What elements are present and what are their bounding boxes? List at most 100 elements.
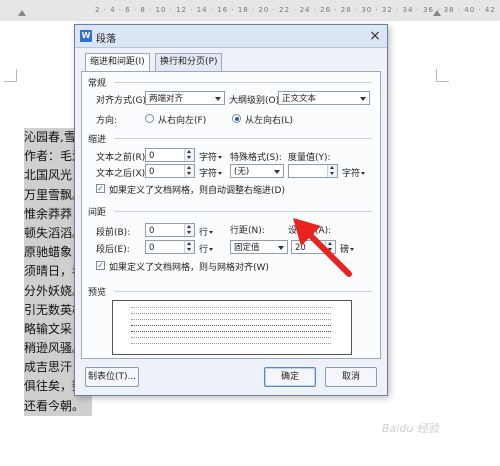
close-icon[interactable]: × bbox=[367, 28, 383, 44]
page-corner-mark bbox=[4, 69, 17, 82]
indent-before-label: 文本之前(R): bbox=[96, 153, 149, 163]
spinner-up-icon[interactable] bbox=[187, 166, 191, 169]
spinner[interactable] bbox=[184, 165, 194, 177]
divider bbox=[114, 291, 372, 292]
preview-box bbox=[112, 300, 352, 355]
line-spacing-value: 固定值 bbox=[234, 243, 260, 253]
dropdown-arrow-icon bbox=[209, 248, 214, 251]
alignment-select[interactable]: 两端对齐 bbox=[145, 91, 225, 105]
indent-after-unit-text: 字符 bbox=[199, 169, 218, 179]
divider bbox=[114, 82, 372, 83]
spinner-up-icon[interactable] bbox=[187, 225, 191, 228]
spinner-down-icon[interactable] bbox=[330, 172, 334, 175]
dropdown-arrow-icon bbox=[361, 172, 366, 175]
space-after-value: 0 bbox=[149, 243, 155, 253]
space-before-input[interactable]: 0 bbox=[145, 223, 195, 237]
divider bbox=[114, 138, 372, 139]
red-arrow-icon bbox=[293, 218, 352, 277]
text-line: 还看今朝。 bbox=[24, 396, 92, 416]
space-after-input[interactable]: 0 bbox=[145, 240, 195, 254]
spinner-down-icon[interactable] bbox=[187, 156, 191, 159]
indent-after-value: 0 bbox=[149, 167, 155, 177]
space-after-label: 段后(E): bbox=[96, 245, 130, 255]
alignment-value: 两端对齐 bbox=[149, 94, 184, 104]
direction-label: 方向: bbox=[96, 116, 118, 126]
outline-level-value: 正文文本 bbox=[282, 94, 317, 104]
tab-line-page-breaks[interactable]: 换行和分页(P) bbox=[155, 53, 223, 71]
indent-before-value: 0 bbox=[149, 151, 155, 161]
spacing-grid-checkbox-label: 如果定义了文档网格，则与网格对齐(W) bbox=[109, 263, 269, 273]
cancel-button[interactable]: 取消 bbox=[325, 367, 377, 387]
indent-before-unit[interactable]: 字符 bbox=[199, 150, 223, 163]
measure-input[interactable] bbox=[288, 164, 338, 178]
measure-label: 度量值(Y): bbox=[288, 153, 331, 163]
spinner-down-icon[interactable] bbox=[187, 248, 191, 251]
preview-line bbox=[131, 343, 331, 344]
page-corner-mark bbox=[436, 69, 449, 82]
dropdown-arrow-icon bbox=[215, 97, 221, 101]
space-after-unit[interactable]: 行 bbox=[199, 242, 214, 255]
special-format-select[interactable]: (无) bbox=[230, 164, 284, 178]
space-before-unit-text: 行 bbox=[199, 228, 209, 238]
direction-ltr-radio[interactable] bbox=[232, 114, 241, 123]
spinner[interactable] bbox=[184, 241, 194, 253]
line-spacing-label: 行距(N): bbox=[230, 226, 265, 236]
spinner[interactable] bbox=[184, 149, 194, 161]
preview-line bbox=[131, 337, 331, 338]
spinner-up-icon[interactable] bbox=[187, 150, 191, 153]
spinner-down-icon[interactable] bbox=[187, 172, 191, 175]
horizontal-ruler[interactable]: 2 · 4 · 6 · 8 · 10 · 12 · 14 · 16 · 18 ·… bbox=[0, 0, 500, 22]
line-spacing-select[interactable]: 固定值 bbox=[230, 240, 288, 254]
section-spacing-header: 间距 bbox=[88, 208, 107, 218]
spacing-grid-checkbox[interactable]: ✓ bbox=[96, 261, 105, 270]
indent-after-label: 文本之后(X): bbox=[96, 169, 149, 179]
special-format-value: (无) bbox=[234, 167, 250, 177]
preview-line bbox=[131, 331, 331, 332]
direction-rtl-label: 从右向左(F) bbox=[158, 116, 207, 126]
spinner[interactable] bbox=[327, 165, 337, 177]
alignment-label: 对齐方式(G): bbox=[96, 96, 150, 106]
outline-level-select[interactable]: 正文文本 bbox=[278, 91, 370, 105]
paragraph-dialog: W 段落 × 缩进和间距(I) 换行和分页(P) 常规 对齐方式(G): 两端对… bbox=[74, 24, 388, 396]
spinner-up-icon[interactable] bbox=[330, 166, 334, 169]
tab-panel: 常规 对齐方式(G): 两端对齐 大纲级别(O): 正文文本 方向: 从右向左(… bbox=[81, 71, 381, 359]
space-before-value: 0 bbox=[149, 226, 155, 236]
indent-grid-checkbox-label: 如果定义了文档网格，则自动调整右缩进(D) bbox=[109, 186, 285, 196]
ok-button[interactable]: 确定 bbox=[264, 367, 316, 387]
dialog-titlebar[interactable]: W 段落 × bbox=[75, 25, 387, 48]
dialog-title: 段落 bbox=[96, 34, 116, 45]
dropdown-arrow-icon bbox=[218, 172, 223, 175]
left-indent-marker[interactable] bbox=[18, 10, 26, 16]
measure-unit[interactable]: 字符 bbox=[342, 166, 366, 179]
tab-indent-spacing[interactable]: 缩进和间距(I) bbox=[85, 53, 150, 72]
section-general-header: 常规 bbox=[88, 79, 107, 89]
indent-grid-checkbox[interactable]: ✓ bbox=[96, 184, 105, 193]
arrow-shaft bbox=[304, 229, 352, 277]
preview-line bbox=[131, 319, 331, 320]
indent-after-unit[interactable]: 字符 bbox=[199, 166, 223, 179]
dropdown-arrow-icon bbox=[274, 170, 280, 174]
app-icon: W bbox=[80, 30, 92, 42]
indent-after-input[interactable]: 0 bbox=[145, 164, 195, 178]
preview-line bbox=[131, 313, 331, 314]
right-indent-marker[interactable] bbox=[433, 10, 441, 16]
section-indent-header: 缩进 bbox=[88, 135, 107, 145]
outline-level-label: 大纲级别(O): bbox=[229, 96, 283, 106]
indent-before-unit-text: 字符 bbox=[199, 153, 218, 163]
space-before-unit[interactable]: 行 bbox=[199, 225, 214, 238]
dropdown-arrow-icon bbox=[218, 156, 223, 159]
watermark: Baidu 经验 bbox=[382, 422, 439, 435]
measure-unit-text: 字符 bbox=[342, 169, 361, 179]
dropdown-arrow-icon bbox=[360, 97, 366, 101]
spinner-up-icon[interactable] bbox=[187, 242, 191, 245]
spinner-down-icon[interactable] bbox=[187, 231, 191, 234]
direction-rtl-radio[interactable] bbox=[145, 114, 154, 123]
preview-line bbox=[131, 307, 331, 308]
space-before-label: 段前(B): bbox=[96, 228, 131, 238]
space-after-unit-text: 行 bbox=[199, 245, 209, 255]
tab-stops-button[interactable]: 制表位(T)... bbox=[85, 367, 139, 387]
spinner[interactable] bbox=[184, 224, 194, 236]
indent-before-input[interactable]: 0 bbox=[145, 148, 195, 162]
section-preview-header: 预览 bbox=[88, 288, 107, 298]
divider bbox=[114, 211, 372, 212]
